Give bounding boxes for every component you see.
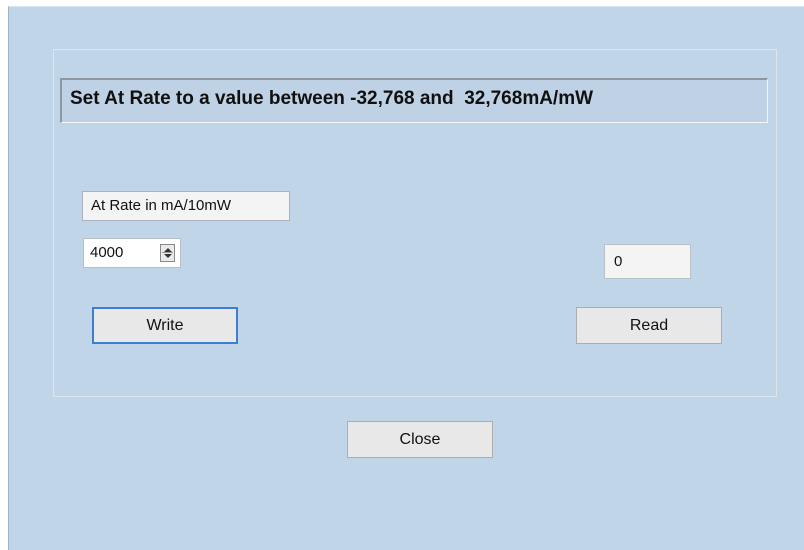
read-value-field: 0	[604, 244, 691, 279]
spin-separator	[162, 252, 173, 253]
write-button[interactable]: Write	[92, 307, 238, 344]
at-rate-value[interactable]: 4000	[90, 239, 123, 267]
spin-up-down-icon[interactable]	[160, 244, 175, 262]
close-button[interactable]: Close	[347, 421, 493, 458]
at-rate-spinbox[interactable]: 4000	[83, 238, 181, 268]
spin-down-arrow-icon[interactable]	[164, 254, 172, 258]
at-rate-label: At Rate in mA/10mW	[82, 191, 290, 221]
read-button[interactable]: Read	[576, 307, 722, 344]
instruction-banner: Set At Rate to a value between -32,768 a…	[60, 78, 768, 123]
